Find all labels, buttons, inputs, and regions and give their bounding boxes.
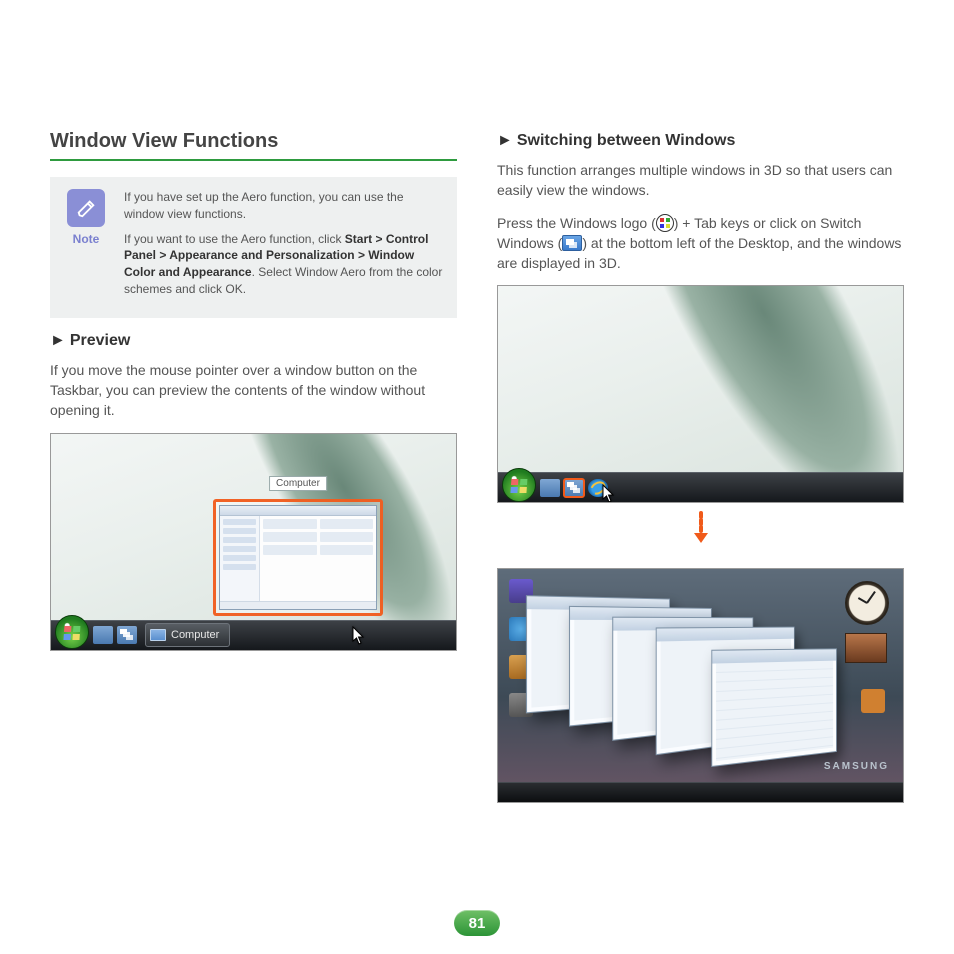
start-button-icon[interactable]	[55, 615, 89, 649]
preview-screenshot: Computer Computer	[50, 433, 457, 651]
brand-watermark: SAMSUNG	[824, 761, 889, 772]
computer-icon	[150, 629, 166, 641]
switching-body-2: Press the Windows logo () + Tab keys or …	[497, 213, 904, 274]
cursor-icon	[602, 484, 616, 503]
cursor-icon	[352, 626, 366, 646]
show-desktop-icon[interactable]	[540, 479, 560, 497]
page-number-badge: 81	[454, 910, 500, 936]
thumbnail-tooltip: Computer	[269, 476, 327, 491]
switch-taskbar-screenshot	[497, 285, 904, 503]
flip3d-screenshot: SAMSUNG	[497, 568, 904, 803]
switch-windows-icon[interactable]	[117, 626, 137, 644]
triangle-icon: ►	[50, 332, 66, 349]
start-button-icon[interactable]	[502, 468, 536, 502]
note-text-2: If you want to use the Aero function, cl…	[124, 231, 445, 298]
taskbar	[498, 472, 903, 502]
note-box: Note If you have set up the Aero functio…	[50, 177, 457, 318]
section-title: Window View Functions	[50, 130, 457, 161]
taskbar	[498, 782, 903, 802]
note-label: Note	[62, 231, 110, 248]
switch-windows-icon[interactable]	[564, 479, 584, 497]
taskbar-button-computer[interactable]: Computer	[145, 623, 230, 647]
preview-body: If you move the mouse pointer over a win…	[50, 360, 457, 421]
switching-body-1: This function arranges multiple windows …	[497, 160, 904, 201]
preview-heading: ►Preview	[50, 332, 457, 350]
triangle-icon: ►	[497, 132, 513, 149]
note-text-1: If you have set up the Aero function, yo…	[124, 189, 445, 223]
switch-windows-inline-icon	[562, 235, 582, 251]
note-pencil-icon	[67, 189, 105, 227]
taskbar-thumbnail: Computer	[213, 499, 383, 616]
show-desktop-icon[interactable]	[93, 626, 113, 644]
taskbar: Computer	[51, 620, 456, 650]
down-arrow-icon	[497, 511, 904, 550]
switching-heading: ►Switching between Windows	[497, 132, 904, 150]
windows-logo-icon	[656, 214, 674, 232]
